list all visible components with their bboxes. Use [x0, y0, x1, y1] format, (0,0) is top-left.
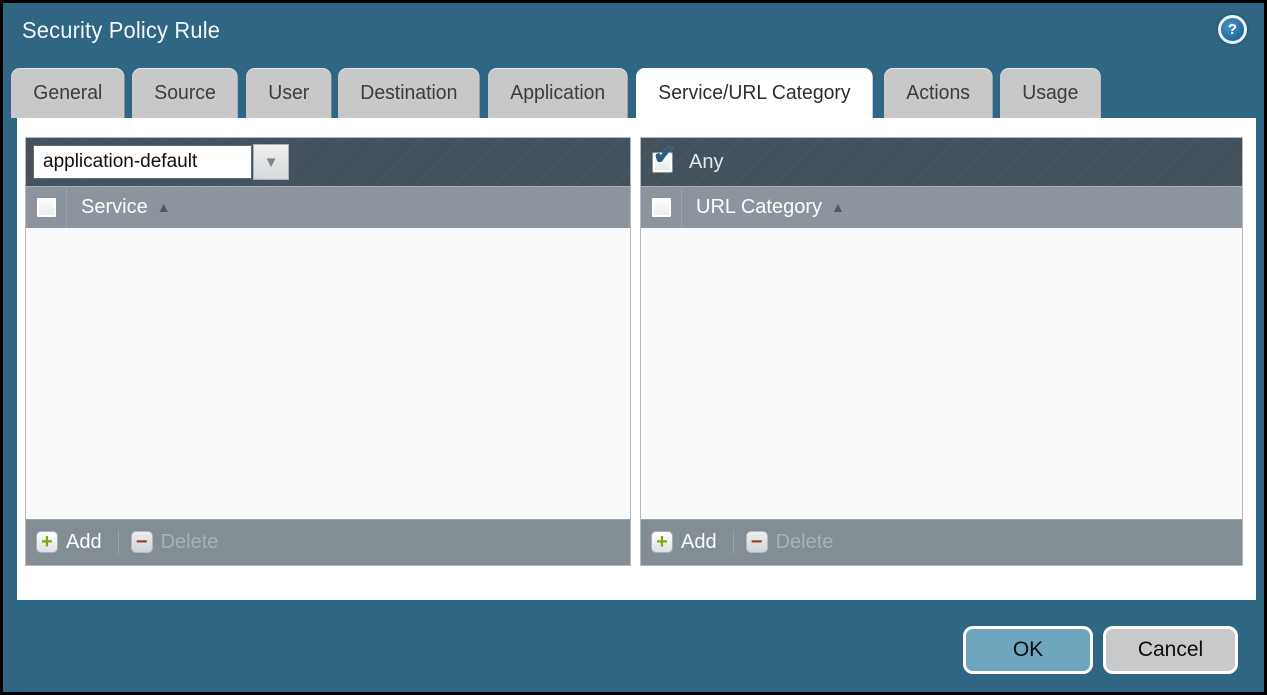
tab-bar: General Source User Destination Applicat…	[11, 68, 1107, 118]
service-select-all-checkbox[interactable]	[36, 197, 57, 218]
minus-icon: −	[746, 531, 768, 553]
tab-source[interactable]: Source	[132, 68, 238, 118]
service-add-button[interactable]: + Add	[36, 531, 102, 554]
url-category-column-header-row: URL Category ▲	[641, 186, 1242, 228]
security-policy-rule-dialog: Security Policy Rule ? General Source Us…	[0, 0, 1267, 695]
cancel-button[interactable]: Cancel	[1103, 626, 1238, 674]
question-mark-glyph: ?	[1228, 21, 1237, 38]
tab-destination[interactable]: Destination	[338, 68, 480, 118]
tab-application[interactable]: Application	[488, 68, 628, 118]
service-type-select-value: application-default	[33, 145, 252, 179]
url-category-delete-label: Delete	[776, 531, 834, 554]
sort-asc-icon[interactable]: ▲	[157, 199, 171, 215]
footer-separator	[733, 530, 734, 554]
tab-service-url-category[interactable]: Service/URL Category	[636, 68, 873, 118]
service-delete-label: Delete	[161, 531, 219, 554]
dialog-title: Security Policy Rule	[22, 17, 220, 44]
tab-actions[interactable]: Actions	[884, 68, 992, 118]
tab-content: application-default ▼ Service ▲ +	[17, 118, 1256, 600]
url-category-panel: ✔ Any URL Category ▲ + Add	[640, 137, 1243, 566]
url-category-column-header[interactable]: URL Category	[696, 196, 822, 219]
tab-user[interactable]: User	[246, 68, 332, 118]
service-type-select[interactable]: application-default ▼	[33, 144, 289, 180]
plus-icon: +	[36, 531, 58, 553]
service-toolbar: application-default ▼	[26, 138, 630, 186]
service-footer: + Add − Delete	[26, 519, 630, 565]
dropdown-arrow-icon[interactable]: ▼	[253, 144, 289, 180]
service-column-header-row: Service ▲	[26, 186, 630, 228]
tab-general[interactable]: General	[11, 68, 125, 118]
url-category-toolbar: ✔ Any	[641, 138, 1242, 186]
url-category-select-all-checkbox[interactable]	[651, 197, 672, 218]
url-category-list[interactable]	[641, 228, 1242, 519]
checkmark-icon: ✔	[653, 142, 676, 169]
service-add-label: Add	[66, 531, 102, 554]
url-category-delete-button[interactable]: − Delete	[746, 531, 834, 554]
help-icon[interactable]: ?	[1218, 15, 1247, 44]
minus-icon: −	[131, 531, 153, 553]
tab-usage[interactable]: Usage	[1000, 68, 1101, 118]
service-panel: application-default ▼ Service ▲ +	[25, 137, 631, 566]
url-category-any-checkbox[interactable]: ✔	[652, 152, 673, 173]
sort-asc-icon[interactable]: ▲	[831, 199, 845, 215]
service-list[interactable]	[26, 228, 630, 519]
service-delete-button[interactable]: − Delete	[131, 531, 219, 554]
plus-icon: +	[651, 531, 673, 553]
url-category-add-button[interactable]: + Add	[651, 531, 717, 554]
footer-separator	[118, 530, 119, 554]
url-category-footer: + Add − Delete	[641, 519, 1242, 565]
url-category-add-label: Add	[681, 531, 717, 554]
service-column-header[interactable]: Service	[81, 196, 148, 219]
ok-button[interactable]: OK	[963, 626, 1093, 674]
url-category-any-label: Any	[689, 151, 723, 174]
